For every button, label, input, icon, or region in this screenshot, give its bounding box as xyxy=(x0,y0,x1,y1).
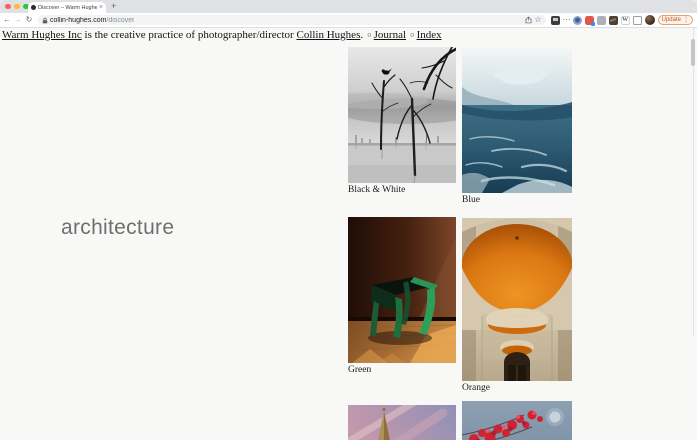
circle-icon: ○ xyxy=(367,30,372,39)
extension-icon-w[interactable]: W xyxy=(620,15,630,25)
kebab-menu-icon: ⋮ xyxy=(683,17,689,23)
extension-icon-bird[interactable] xyxy=(608,15,618,25)
browser-toolbar: ← → ↻ collin-hughes.com/discover ☆ ⋯ W U… xyxy=(0,13,697,27)
page-content: Warm Hughes Inc is the creative practice… xyxy=(0,27,697,440)
url-path: /discover xyxy=(106,16,135,24)
photo-black-and-white-trees[interactable] xyxy=(348,47,456,183)
update-label: Update xyxy=(661,17,681,23)
url-host: collin-hughes.com xyxy=(50,16,107,24)
gallery-item-black-and-white[interactable]: Black & White xyxy=(348,47,456,195)
profile-avatar[interactable] xyxy=(644,15,655,25)
browser-tab[interactable]: Discover – Warm Hughes Inc × xyxy=(28,2,106,13)
site-favicon xyxy=(31,5,36,10)
photo-caption: Black & White xyxy=(348,185,406,195)
scrollbar-thumb[interactable] xyxy=(691,39,695,66)
link-index[interactable]: Index xyxy=(417,29,442,41)
photo-pink-sky-spire[interactable] xyxy=(348,405,456,440)
photo-orange-domes[interactable] xyxy=(462,218,572,381)
close-window-button[interactable] xyxy=(5,3,11,9)
minimize-window-button[interactable] xyxy=(14,3,20,9)
address-bar[interactable]: collin-hughes.com/discover ☆ xyxy=(38,15,546,25)
photo-caption: Green xyxy=(348,365,372,375)
browser-window: Discover – Warm Hughes Inc × + ← → ↻ col… xyxy=(0,0,697,440)
photo-green-chair[interactable] xyxy=(348,217,456,363)
tab-close-icon[interactable]: × xyxy=(99,4,103,11)
link-journal[interactable]: Journal xyxy=(374,29,406,41)
gallery-item-pink-sky[interactable] xyxy=(348,405,456,440)
extension-icon-blue-circle[interactable] xyxy=(572,15,582,25)
photo-caption: Orange xyxy=(462,383,490,393)
extension-icon-dark[interactable] xyxy=(550,15,560,25)
lock-icon xyxy=(42,17,48,24)
scrollbar-track xyxy=(693,28,694,336)
new-tab-button[interactable]: + xyxy=(111,1,116,11)
photo-blue-ocean[interactable] xyxy=(462,47,572,193)
gallery-item-red-flowers[interactable] xyxy=(462,401,572,440)
site-header: Warm Hughes Inc is the creative practice… xyxy=(2,29,442,41)
back-button[interactable]: ← xyxy=(3,16,11,24)
header-body-text: is the creative practice of photographer… xyxy=(81,29,297,41)
share-icon[interactable] xyxy=(525,16,532,24)
gallery-item-green[interactable]: Green xyxy=(348,217,456,375)
url-text: collin-hughes.com/discover xyxy=(50,17,134,24)
extensions-overflow-icon[interactable]: ⋯ xyxy=(563,16,571,24)
filter-architecture[interactable]: architecture xyxy=(61,216,174,240)
extension-badge xyxy=(590,21,595,26)
gallery-item-blue[interactable]: Blue xyxy=(462,47,572,205)
link-warm-hughes-inc[interactable]: Warm Hughes Inc xyxy=(2,29,82,41)
link-collin-hughes[interactable]: Collin Hughes xyxy=(296,29,360,41)
extension-icon-gray[interactable] xyxy=(596,15,606,25)
photo-caption: Blue xyxy=(462,195,480,205)
forward-button[interactable]: → xyxy=(14,16,22,24)
gallery-item-orange[interactable]: Orange xyxy=(462,218,572,393)
circle-icon: ○ xyxy=(410,30,415,39)
extension-icon-red-badge[interactable] xyxy=(584,15,595,26)
bookmark-star-icon[interactable]: ☆ xyxy=(534,16,541,24)
tab-strip: Discover – Warm Hughes Inc × + xyxy=(0,0,697,13)
photo-red-flowers-sky[interactable] xyxy=(462,401,572,440)
tab-title: Discover – Warm Hughes Inc xyxy=(38,4,97,11)
reload-button[interactable]: ↻ xyxy=(25,16,33,24)
header-period: . xyxy=(360,29,364,41)
update-button[interactable]: Update ⋮ xyxy=(657,15,693,25)
extension-icon-page[interactable] xyxy=(632,15,642,25)
